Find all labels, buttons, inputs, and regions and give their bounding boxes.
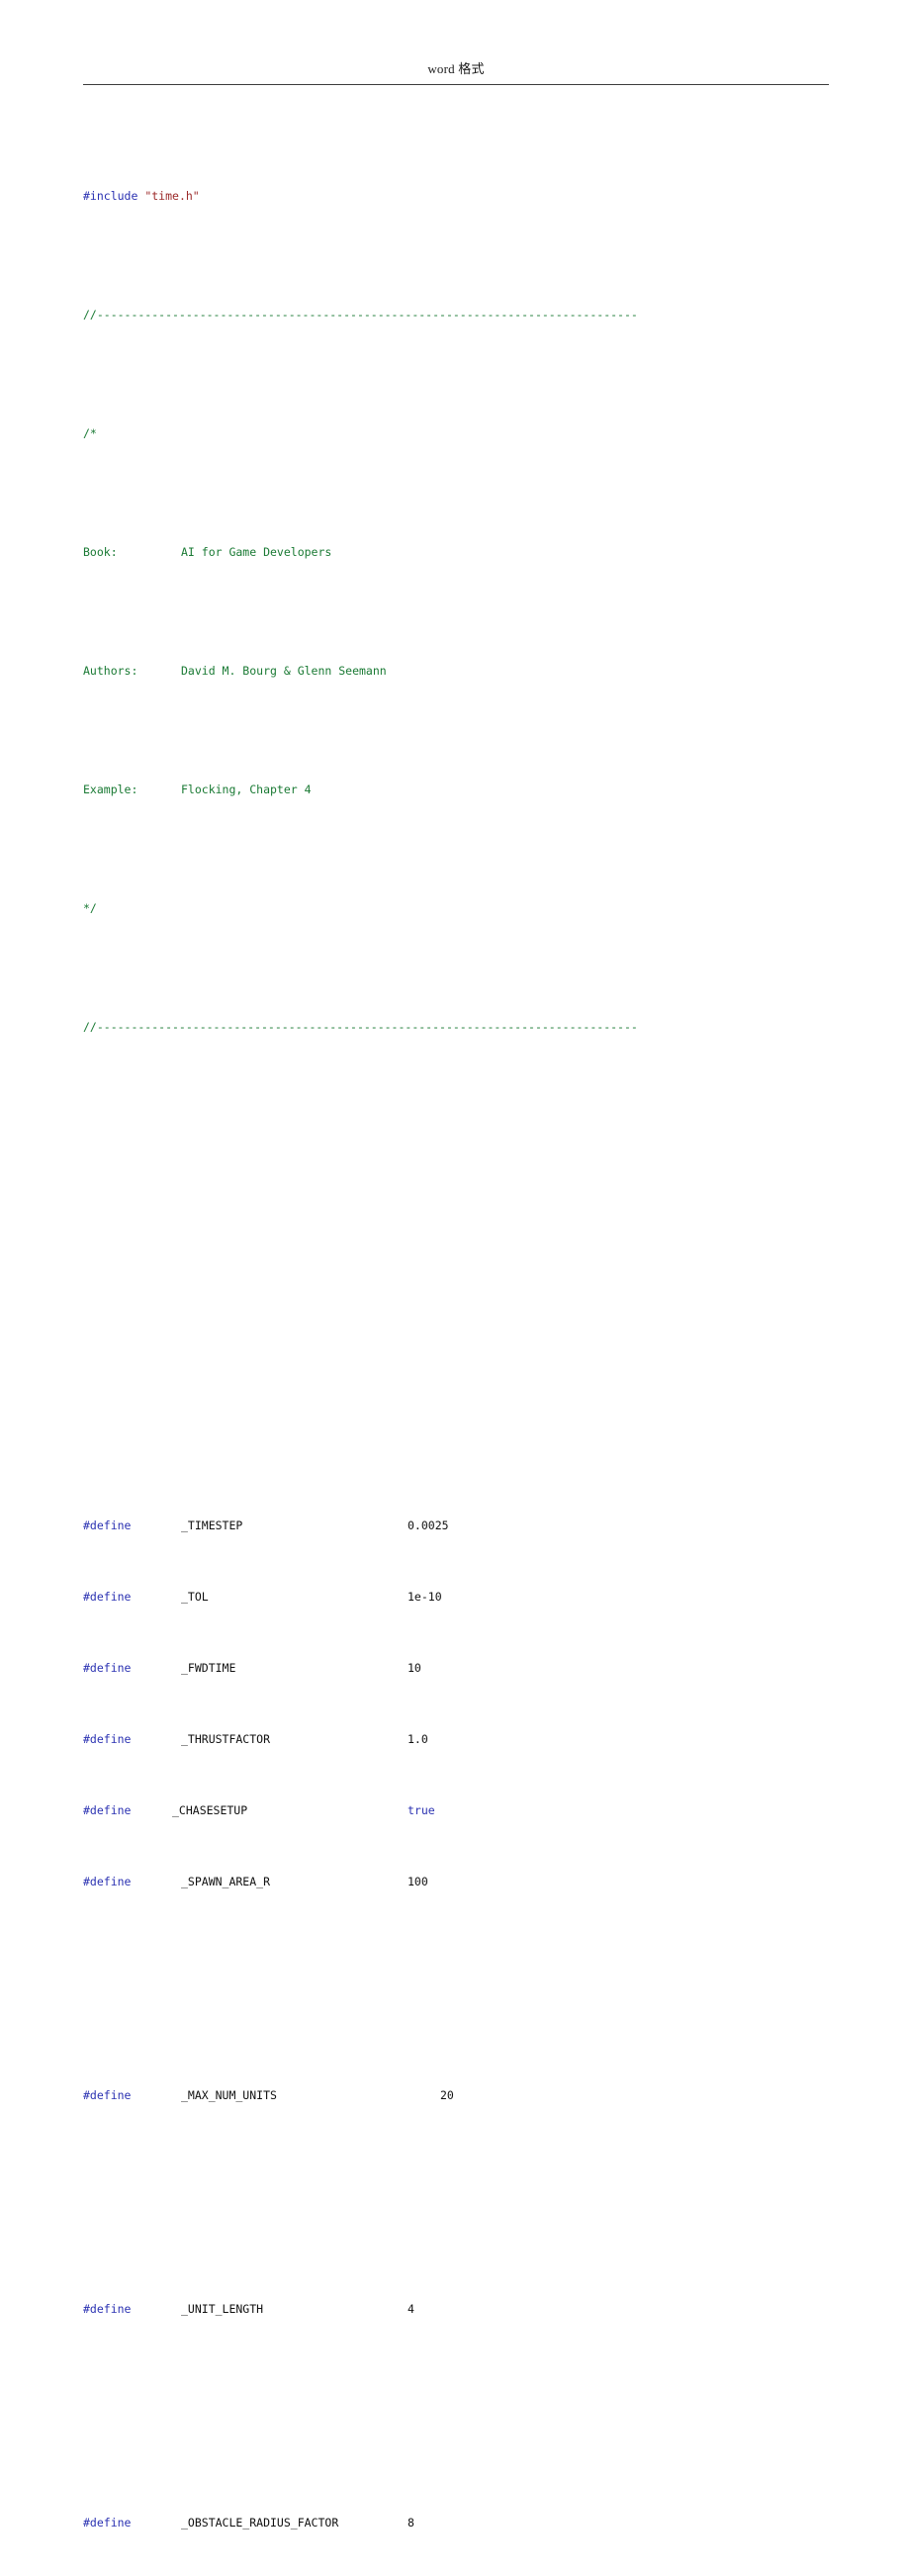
define-value: 100: [408, 1875, 428, 1888]
code-line-block-close: */: [83, 896, 874, 920]
define-value: true: [408, 1803, 435, 1817]
define-row: #define _THRUSTFACTOR 1.0: [83, 1727, 874, 1751]
include-file: "time.h": [144, 189, 200, 203]
code-line-meta-book: Book: AI for Game Developers: [83, 540, 874, 564]
define-row: #define _OBSTACLE_RADIUS_FACTOR 8: [83, 2511, 874, 2534]
define-row: #define _CHASESETUP true: [83, 1798, 874, 1822]
define-value: 0.0025: [408, 1518, 449, 1532]
define-value: 1e-10: [408, 1590, 442, 1604]
code-line-block-open: /*: [83, 421, 874, 445]
define-keyword: #define: [83, 1803, 132, 1817]
define-value: 20: [440, 2088, 454, 2102]
define-keyword: #define: [83, 1875, 132, 1888]
code-line-rule-top: //--------------------------------------…: [83, 303, 874, 326]
define-row: #define _FWDTIME 10: [83, 1656, 874, 1680]
define-name: _TOL: [181, 1590, 209, 1604]
define-value: 10: [408, 1661, 421, 1675]
define-keyword: #define: [83, 1732, 132, 1746]
code-listing: #include "time.h" //--------------------…: [83, 89, 874, 2576]
meta-label-authors: Authors:: [83, 664, 138, 678]
define-value: 1.0: [408, 1732, 428, 1746]
meta-value-book: AI for Game Developers: [181, 545, 332, 559]
define-name: _MAX_NUM_UNITS: [181, 2088, 277, 2102]
code-line-rule-bottom: //--------------------------------------…: [83, 1015, 874, 1039]
define-row: #define _SPAWN_AREA_R 100: [83, 1870, 874, 1893]
header-title: word 格式: [427, 61, 485, 76]
define-value: 4: [408, 2302, 414, 2316]
define-value: 8: [408, 2516, 414, 2530]
define-keyword: #define: [83, 1590, 132, 1604]
comment-rule-top: //--------------------------------------…: [83, 308, 638, 322]
define-row: #define _MAX_NUM_UNITS 20: [83, 2083, 874, 2107]
comment-rule-bottom: //--------------------------------------…: [83, 1020, 638, 1034]
define-keyword: #define: [83, 2088, 132, 2102]
document-page: word 格式 #include "time.h" //------------…: [0, 0, 910, 2530]
define-name: _FWDTIME: [181, 1661, 236, 1675]
meta-label-book: Book:: [83, 545, 118, 559]
define-name: _UNIT_LENGTH: [181, 2302, 264, 2316]
define-row: #define _UNIT_LENGTH 4: [83, 2297, 874, 2321]
define-name: _SPAWN_AREA_R: [181, 1875, 271, 1888]
define-keyword: #define: [83, 2516, 132, 2530]
define-keyword: #define: [83, 1518, 132, 1532]
define-name: _TIMESTEP: [181, 1518, 243, 1532]
meta-value-example: Flocking, Chapter 4: [181, 782, 312, 796]
define-keyword: #define: [83, 1661, 132, 1675]
define-row: #define _TOL 1e-10: [83, 1585, 874, 1609]
comment-block-open: /*: [83, 426, 97, 440]
running-header: word 格式: [83, 61, 829, 87]
define-name: _CHASESETUP: [172, 1803, 248, 1817]
define-name: _OBSTACLE_RADIUS_FACTOR: [181, 2516, 339, 2530]
code-line-include: #include "time.h": [83, 184, 874, 208]
code-line-meta-example: Example: Flocking, Chapter 4: [83, 778, 874, 801]
code-line-meta-authors: Authors: David M. Bourg & Glenn Seemann: [83, 659, 874, 683]
meta-label-example: Example:: [83, 782, 138, 796]
define-row: #define _TIMESTEP 0.0025: [83, 1514, 874, 1537]
meta-value-authors: David M. Bourg & Glenn Seemann: [181, 664, 387, 678]
include-directive: #include: [83, 189, 138, 203]
header-rule: [83, 84, 829, 85]
define-keyword: #define: [83, 2302, 132, 2316]
comment-block-close: */: [83, 901, 97, 915]
define-name: _THRUSTFACTOR: [181, 1732, 271, 1746]
